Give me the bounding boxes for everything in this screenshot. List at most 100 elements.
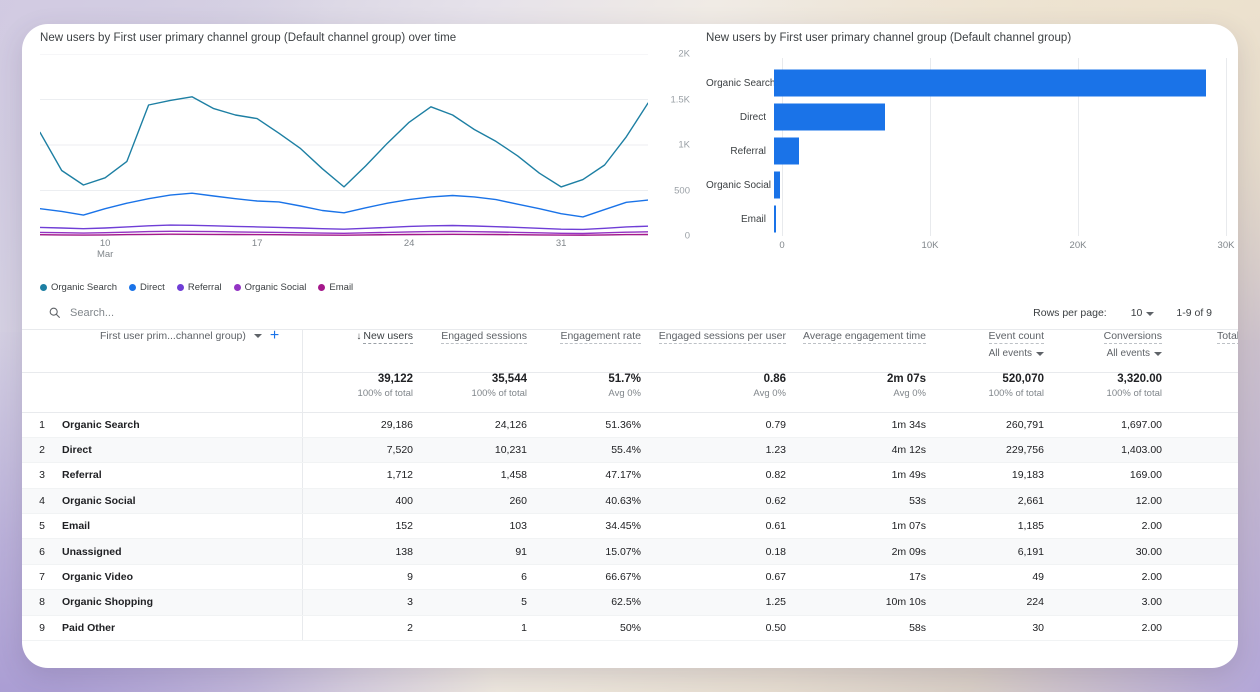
column-header[interactable]: Total revenue (1162, 330, 1238, 372)
bar-chart-bar[interactable] (774, 171, 780, 199)
charts-row: New users by First user primary channel … (22, 24, 1238, 296)
table-row[interactable]: 5Email15210334.45%0.611m 07s1,1852.00$0.… (22, 513, 1238, 540)
legend-label: Email (329, 282, 354, 293)
table-row[interactable]: 7Organic Video9666.67%0.6717s492.00$0.00 (22, 564, 1238, 591)
legend-item[interactable]: Referral (176, 282, 222, 293)
bar-chart-row[interactable]: Referral (706, 134, 1226, 168)
chevron-down-icon[interactable] (253, 334, 262, 338)
column-header-label: Event count (988, 330, 1044, 344)
row-metric-value: 19,183 (926, 462, 1044, 489)
row-metric-value: 3 (301, 589, 413, 616)
line-chart-x-axis: 10 Mar 17 24 31 (40, 238, 648, 264)
row-metric-value: 2.00 (1044, 513, 1162, 540)
row-metric-value: 0.18 (641, 538, 786, 565)
row-metric-value: 0.67 (641, 564, 786, 591)
table-row[interactable]: 4 Organic Social 400 260 40.63% 0.62 53s 2,661 1… (22, 488, 1238, 515)
row-dimension-value[interactable]: Organic Video (62, 564, 302, 591)
bar-chart-category-label: Referral (730, 145, 766, 157)
table-row[interactable]: 6 Unassigned 138 91 15.07% 0.18 2m 09s 6,191 30.… (22, 538, 1238, 565)
bar-chart-row[interactable]: Organic Search (706, 66, 1226, 100)
row-metric-value: 10,231 (413, 437, 527, 464)
bar-chart-bar[interactable] (774, 103, 886, 131)
row-dimension-value[interactable]: Referral (62, 462, 302, 489)
legend-item[interactable]: Organic Search (40, 282, 117, 293)
legend-item[interactable]: Email (318, 282, 353, 293)
row-dimension-value[interactable]: Unassigned (62, 538, 302, 565)
legend-item[interactable]: Organic Social (233, 282, 307, 293)
dimension-selector-cell: First user prim...channel group) + (62, 328, 302, 372)
bar-chart-row[interactable]: Organic Social (706, 168, 1226, 202)
table-row[interactable]: 8 Organic Shopping 3 5 62.5% 1.25 10m 10s 224 3.… (22, 589, 1238, 616)
row-metric-value: 91 (413, 538, 527, 565)
column-header-label: Average engagement time (803, 330, 926, 344)
row-metric-value: 55.4% (527, 437, 641, 464)
row-metric-value: 30.00 (1044, 538, 1162, 565)
search-placeholder: Search... (70, 306, 115, 319)
column-header[interactable]: Engagement rate (527, 330, 641, 372)
row-metric-value: 7,520 (301, 437, 413, 464)
line-chart-svg[interactable] (40, 54, 648, 236)
bar-chart-row[interactable]: Direct (706, 100, 1226, 134)
line-chart-area: 0 500 1K 1.5K 2K 10 Mar 17 24 31 Organic Search D… (40, 49, 690, 293)
row-dimension-value[interactable]: Direct (62, 437, 302, 464)
bar-chart-area: Organic Search Direct Referral Organic Soci… (706, 58, 1234, 286)
bar-chart-bar[interactable] (774, 137, 800, 165)
column-header-label: Total revenue (1216, 330, 1238, 344)
column-subselector[interactable]: All events (926, 348, 1044, 359)
row-metric-value: 1m 07s (786, 513, 926, 540)
row-metric-value: 47.17% (527, 462, 641, 489)
bar-chart-track (774, 66, 1226, 100)
column-header[interactable]: Engaged sessions (413, 330, 527, 372)
search-icon (49, 307, 60, 318)
table-row[interactable]: 9Paid Other2150%0.5058s302.00$0.00 (22, 615, 1238, 642)
totals-cell: 3,320.00 100% of total (1044, 371, 1162, 413)
column-header[interactable]: Engaged sessions per user (641, 330, 786, 372)
row-metric-value: 30 (926, 615, 1044, 642)
bar-chart-row[interactable]: Email (706, 202, 1226, 236)
row-metric-value: 0.79 (641, 412, 786, 438)
add-dimension-button[interactable]: + (270, 328, 279, 344)
line-chart-y-axis: 0 500 1K 1.5K 2K (652, 49, 690, 242)
row-metric-value: $0.00 (1162, 513, 1238, 540)
column-header[interactable]: ↓ New users (301, 330, 413, 372)
bar-chart-x-tick: 20K (1069, 240, 1087, 251)
bar-chart-track (774, 134, 1226, 168)
table-toolbar: Search... Rows per page: 10 1-9 of 9 (22, 296, 1238, 330)
table-section: Search... Rows per page: 10 1-9 of 9 Fir… (22, 296, 1238, 668)
row-dimension-value[interactable]: Email (62, 513, 302, 540)
dimension-selector-label[interactable]: First user prim...channel group) (100, 330, 246, 342)
rows-per-page-select[interactable]: 10 (1117, 307, 1155, 319)
bar-chart-title: New users by First user primary channel … (706, 32, 1072, 44)
chevron-down-icon (1154, 352, 1162, 356)
row-metric-value: $0.00 (1162, 615, 1238, 642)
line-chart-legend: Organic Search Direct Referral Organic Soci… (40, 282, 353, 293)
column-header-label: Engaged sessions (441, 330, 527, 344)
legend-label: Organic Social (244, 282, 307, 293)
legend-color-dot (318, 284, 326, 291)
bar-chart-bar[interactable] (774, 69, 1206, 97)
column-header[interactable]: Event count All events (926, 330, 1044, 372)
bar-chart-bar[interactable] (774, 205, 777, 233)
row-dimension-value[interactable]: Organic Shopping (62, 589, 302, 616)
bar-chart-category-label: Direct (739, 111, 766, 123)
table-row[interactable]: 2 Direct 7,520 10,231 55.4% 1.23 4m 12s 229,756… (22, 437, 1238, 464)
totals-subtext: 100% of total (1106, 387, 1162, 399)
legend-item[interactable]: Direct (129, 282, 165, 293)
row-metric-value: 10m 10s (786, 589, 926, 616)
table-row[interactable]: 1 Organic Search 29,186 24,126 51.36% 0.79 1m … (22, 412, 1238, 438)
row-metric-value: 29,186 (301, 412, 413, 438)
legend-color-dot (176, 284, 184, 291)
row-metric-value: 12.00 (1044, 488, 1162, 515)
row-dimension-value[interactable]: Paid Other (62, 615, 302, 642)
row-metric-value: 260,791 (926, 412, 1044, 438)
totals-index-cell (22, 371, 62, 413)
search-input[interactable]: Search... (22, 306, 114, 319)
table-row[interactable]: 3 Referral 1,712 1,458 47.17% 0.82 1m 49s 19,18… (22, 462, 1238, 489)
column-header[interactable]: Average engagement time (786, 330, 926, 372)
column-header[interactable]: Conversions All events (1044, 330, 1162, 372)
column-subselector[interactable]: All events (1044, 348, 1162, 359)
row-metric-value: 4m 12s (786, 437, 926, 464)
bar-chart-category-label: Email (740, 213, 766, 225)
row-dimension-value[interactable]: Organic Social (62, 488, 302, 515)
row-dimension-value[interactable]: Organic Search (62, 412, 302, 438)
